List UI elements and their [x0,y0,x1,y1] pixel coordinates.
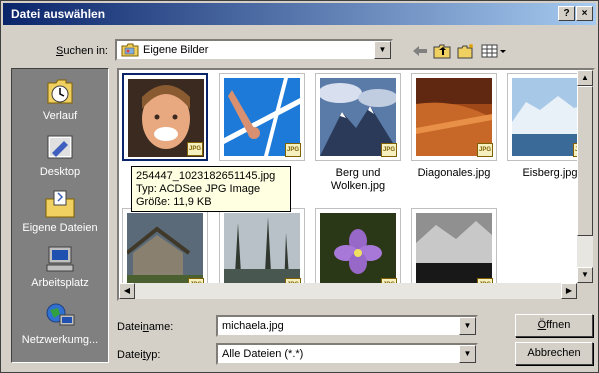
lookin-label: Suchen in: [56,45,108,57]
tooltip-size: Größe: 11,9 KB [136,196,212,208]
desktop-icon [47,135,73,159]
back-button[interactable] [409,41,431,61]
filename-combobox[interactable]: michaela.jpg ▼ [216,315,478,337]
places-item-history[interactable]: Verlauf [12,77,108,122]
help-button[interactable]: ? [558,6,575,21]
places-label: Eigene Dateien [22,222,98,234]
folder-up-icon [433,44,451,59]
new-folder-icon [457,44,473,59]
scroll-left-button[interactable]: ◀ [119,283,135,299]
places-item-desktop[interactable]: Desktop [12,133,108,178]
views-menu-button[interactable] [479,41,509,61]
view-menu-icon [481,44,506,58]
file-info-tooltip: 254447_1023182651145.jpg Typ: ACDSee JPG… [131,166,291,212]
cancel-button[interactable]: Abbrechen [515,342,593,365]
jpg-file-icon: JPG [477,143,493,157]
places-item-my-documents[interactable]: Eigene Dateien [12,189,108,234]
filename-input[interactable]: michaela.jpg [222,320,284,332]
places-label: Desktop [39,166,81,178]
scroll-down-button[interactable]: ▼ [577,267,593,283]
scroll-thumb[interactable] [577,86,593,236]
scroll-up-button[interactable]: ▲ [577,70,593,86]
pictures-folder-icon [121,43,139,57]
filename-dropdown-arrow[interactable]: ▼ [459,317,476,335]
lookin-dropdown-arrow[interactable]: ▼ [374,41,391,59]
close-button[interactable]: × [576,6,593,21]
places-item-my-computer[interactable]: Arbeitsplatz [12,244,108,289]
scroll-right-button[interactable]: ▶ [561,283,577,299]
horizontal-scrollbar[interactable]: ◀ ▶ [119,283,577,299]
my-computer-icon [46,246,74,272]
filename-label: Dateiname: [117,321,174,333]
file-thumbnail[interactable]: JPG [219,73,305,161]
places-label: Netzwerkumg... [21,334,99,346]
file-thumbnail[interactable]: JPG [122,73,208,161]
scrollbar-corner [577,283,593,299]
file-dialog-window: Datei auswählen ? × Suchen in: Eigene Bi… [0,0,599,373]
file-thumbnail[interactable]: JPG [315,73,401,161]
back-arrow-icon [413,46,427,56]
tooltip-type: Typ: ACDSee JPG Image [136,183,261,195]
file-thumbnail[interactable]: JPG [411,73,497,161]
places-bar: Verlauf Desktop Eigene Dateien Arbeitspl… [11,68,109,363]
my-documents-icon [45,190,75,218]
places-label: Verlauf [42,110,78,122]
jpg-file-icon: JPG [285,143,301,157]
vertical-scrollbar[interactable]: ▲ ▼ [577,70,593,299]
filetype-value: Alle Dateien (*.*) [222,348,304,360]
network-icon [46,303,75,326]
jpg-file-icon: JPG [381,143,397,157]
lookin-value: Eigene Bilder [143,44,209,56]
window-title: Datei auswählen [11,7,106,21]
up-folder-button[interactable] [431,41,453,61]
title-bar: Datei auswählen ? × [3,3,596,25]
lookin-combobox[interactable]: Eigene Bilder ▼ [115,39,393,61]
filetype-label: Dateityp: [117,349,161,361]
places-item-network[interactable]: Netzwerkumg... [12,301,108,346]
places-label: Arbeitsplatz [31,277,89,289]
file-caption: Berg und Wolken.jpg [330,167,386,192]
file-caption: Diagonales.jpg [417,167,491,179]
filetype-dropdown-arrow[interactable]: ▼ [459,345,476,363]
open-button[interactable]: Öffnen [515,314,593,337]
new-folder-button[interactable] [455,41,477,61]
filetype-combobox[interactable]: Alle Dateien (*.*) ▼ [216,343,478,365]
history-icon [47,79,73,104]
tooltip-filename: 254447_1023182651145.jpg [136,170,276,182]
jpg-file-icon: JPG [187,142,203,156]
